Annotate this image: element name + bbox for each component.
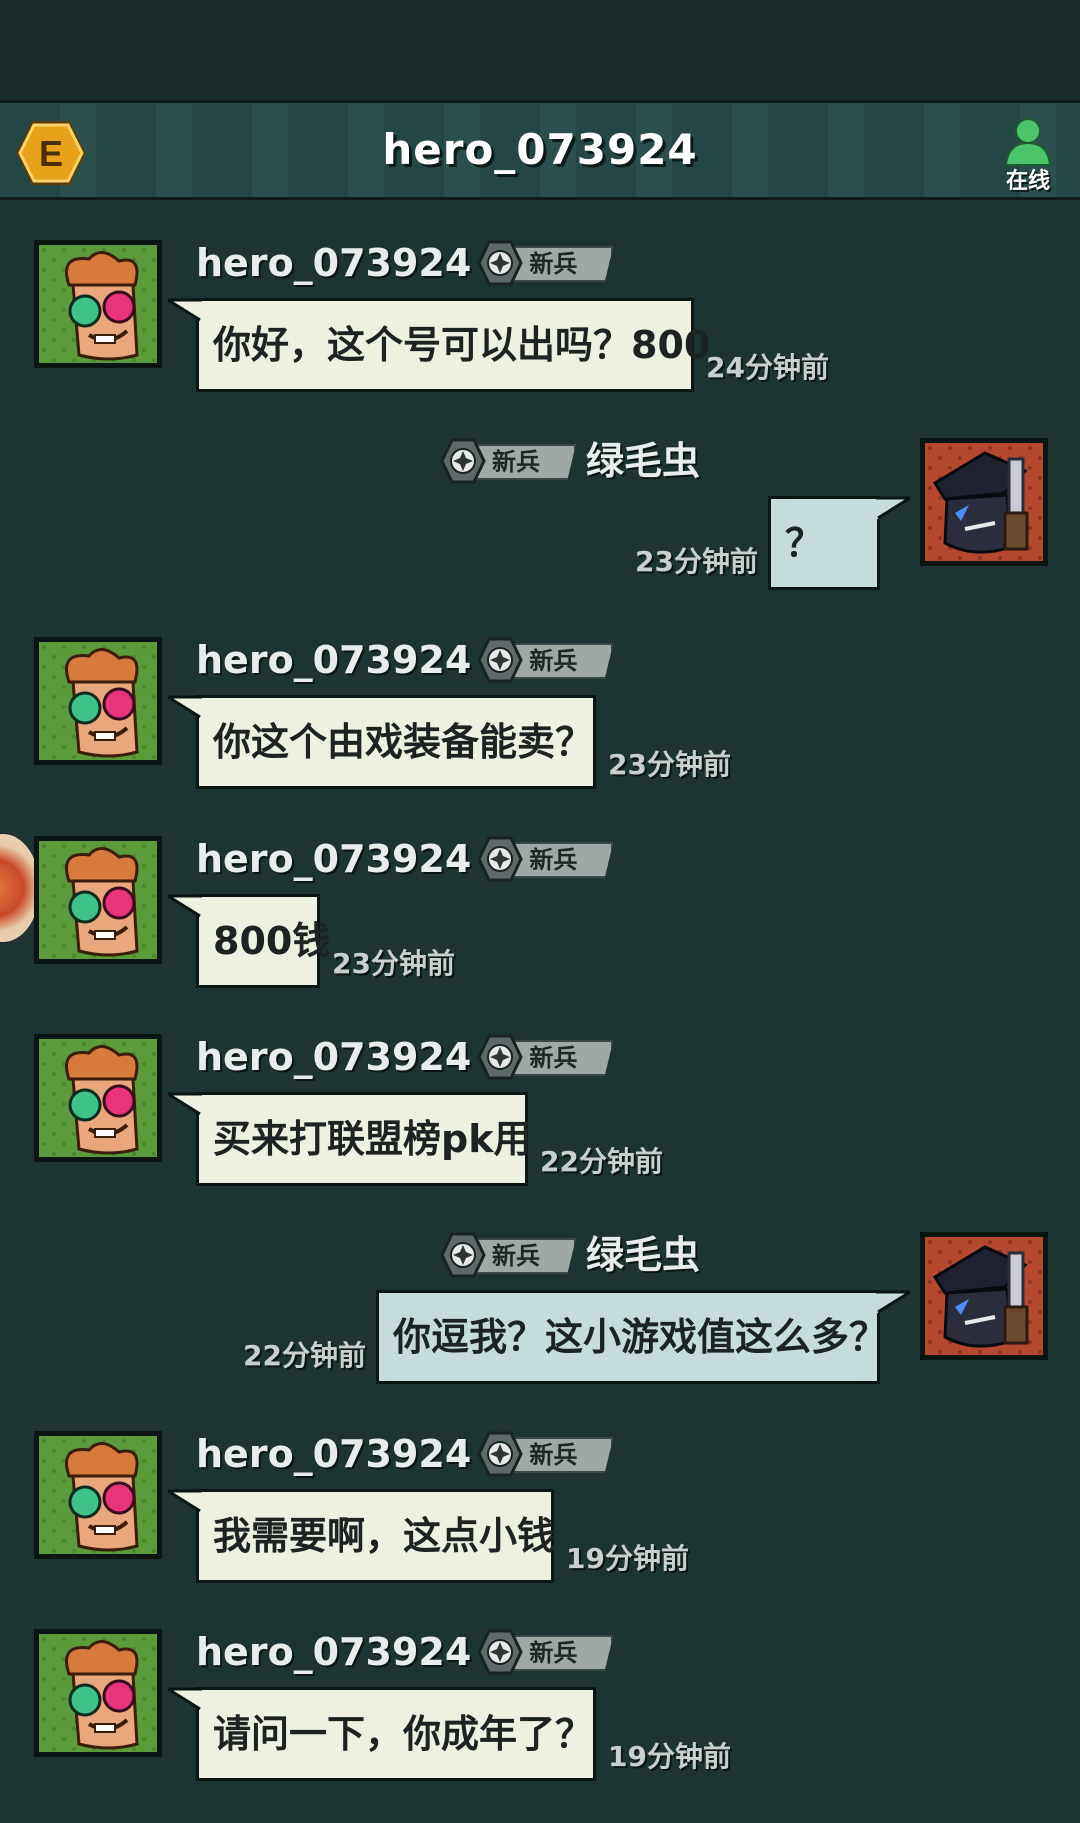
gunslinger-avatar-icon	[925, 1237, 1043, 1355]
user-avatar[interactable]	[34, 240, 162, 368]
rank-label: 新兵	[529, 647, 578, 675]
bubble-tail	[876, 1290, 910, 1314]
rank-emblem-icon	[477, 240, 523, 286]
online-label: 在线	[1005, 169, 1050, 194]
rank-badge: 新兵	[477, 637, 617, 683]
chat-message-list[interactable]: hero_073924 新兵 你好，这个号可以出吗？800 24分钟前 新兵 绿毛虫？ 23…	[0, 200, 1080, 1823]
rank-emblem-icon	[477, 1629, 523, 1675]
chat-message: hero_073924 新兵我需要啊，这点小钱 19分钟前	[0, 1431, 1080, 1591]
message-header: hero_073924 新兵	[196, 1629, 617, 1675]
glasses-hero-avatar-icon	[39, 245, 157, 363]
rank-emblem-icon	[477, 1034, 523, 1080]
rank-label: 新兵	[529, 846, 578, 874]
message-header: 新兵 绿毛虫	[440, 1232, 700, 1278]
message-header: 新兵 绿毛虫	[440, 438, 700, 484]
rank-emblem-icon	[477, 836, 523, 882]
chat-title: hero_073924	[382, 125, 698, 174]
glasses-hero-avatar-icon	[39, 1436, 157, 1554]
message-bubble[interactable]: 你好，这个号可以出吗？800	[196, 298, 710, 392]
user-avatar[interactable]	[34, 637, 162, 765]
bubble-tail	[876, 496, 910, 520]
user-avatar[interactable]	[34, 1431, 162, 1559]
rank-label: 新兵	[491, 1242, 540, 1270]
status-bar	[0, 0, 1080, 100]
rank-badge: 新兵	[440, 438, 580, 484]
rank-label: 新兵	[529, 1044, 578, 1072]
user-avatar[interactable]	[920, 1232, 1048, 1360]
username[interactable]: 绿毛虫	[586, 438, 700, 484]
message-timestamp: 23分钟前	[635, 545, 758, 578]
glasses-hero-avatar-icon	[39, 1039, 157, 1157]
rank-label: 新兵	[491, 448, 540, 476]
chat-message: 新兵 绿毛虫 ？ 23分钟前	[0, 438, 1080, 598]
online-status-button[interactable]: 在线	[996, 117, 1060, 194]
chat-message: hero_073924 新兵你好，这个号可以出吗？800 24分钟前	[0, 240, 1080, 400]
message-timestamp: 19分钟前	[566, 1542, 689, 1575]
user-avatar[interactable]	[34, 836, 162, 964]
message-header: hero_073924 新兵	[196, 836, 617, 882]
user-avatar[interactable]	[34, 1034, 162, 1162]
message-timestamp: 23分钟前	[332, 947, 455, 980]
bubble-tail	[168, 1489, 202, 1513]
message-bubble[interactable]: 800钱	[196, 894, 330, 988]
username[interactable]: hero_073924	[196, 1034, 471, 1080]
message-bubble[interactable]: ？	[768, 496, 880, 590]
bubble-tail	[168, 1092, 202, 1116]
chat-message: hero_073924 新兵请问一下，你成年了？ 19分钟前	[0, 1629, 1080, 1789]
message-timestamp: 22分钟前	[540, 1145, 663, 1178]
username[interactable]: hero_073924	[196, 1629, 471, 1675]
user-avatar[interactable]	[920, 438, 1048, 566]
username[interactable]: hero_073924	[196, 240, 471, 286]
rank-badge: 新兵	[477, 1629, 617, 1675]
chat-header: E hero_073924 在线	[0, 100, 1080, 200]
rank-emblem-icon	[477, 637, 523, 683]
username[interactable]: hero_073924	[196, 1431, 471, 1477]
bubble-tail	[168, 1687, 202, 1711]
chat-message: hero_073924 新兵 800钱 23分钟前	[0, 836, 1080, 996]
message-bubble[interactable]: 你这个由戏装备能卖？	[196, 695, 596, 789]
chat-message: 新兵 绿毛虫你逗我？这小游戏值这么多？ 22分钟前	[0, 1232, 1080, 1392]
rank-label: 新兵	[529, 1441, 578, 1469]
rank-label: 新兵	[529, 250, 578, 278]
glasses-hero-avatar-icon	[39, 642, 157, 760]
message-header: hero_073924 新兵	[196, 1034, 617, 1080]
chat-message: hero_073924 新兵你这个由戏装备能卖？ 23分钟前	[0, 637, 1080, 797]
rank-emblem-icon	[477, 1431, 523, 1477]
gunslinger-avatar-icon	[925, 443, 1043, 561]
chat-message: hero_073924 新兵买来打联盟榜pk用 22分钟前	[0, 1034, 1080, 1194]
rank-badge: 新兵	[477, 240, 617, 286]
glasses-hero-avatar-icon	[39, 1634, 157, 1752]
username[interactable]: 绿毛虫	[586, 1232, 700, 1278]
message-timestamp: 24分钟前	[706, 351, 829, 384]
message-bubble[interactable]: 我需要啊，这点小钱	[196, 1489, 555, 1583]
rank-badge: 新兵	[477, 836, 617, 882]
message-header: hero_073924 新兵	[196, 240, 617, 286]
username[interactable]: hero_073924	[196, 637, 471, 683]
rank-badge: 新兵	[477, 1431, 617, 1477]
rank-emblem-icon	[440, 1232, 486, 1278]
bubble-tail	[168, 894, 202, 918]
rank-label: 新兵	[529, 1639, 578, 1667]
message-timestamp: 22分钟前	[243, 1339, 366, 1372]
rank-emblem-icon	[440, 438, 486, 484]
username[interactable]: hero_073924	[196, 836, 471, 882]
message-bubble[interactable]: 你逗我？这小游戏值这么多？	[376, 1290, 887, 1384]
bubble-tail	[168, 695, 202, 719]
person-online-icon	[1004, 118, 1052, 166]
message-timestamp: 23分钟前	[608, 748, 731, 781]
rank-badge: 新兵	[477, 1034, 617, 1080]
message-header: hero_073924 新兵	[196, 1431, 617, 1477]
message-bubble[interactable]: 请问一下，你成年了？	[196, 1687, 596, 1781]
message-bubble[interactable]: 买来打联盟榜pk用	[196, 1092, 531, 1186]
glasses-hero-avatar-icon	[39, 841, 157, 959]
user-avatar[interactable]	[34, 1629, 162, 1757]
rank-badge: 新兵	[440, 1232, 580, 1278]
message-header: hero_073924 新兵	[196, 637, 617, 683]
message-timestamp: 19分钟前	[608, 1740, 731, 1773]
bubble-tail	[168, 298, 202, 322]
